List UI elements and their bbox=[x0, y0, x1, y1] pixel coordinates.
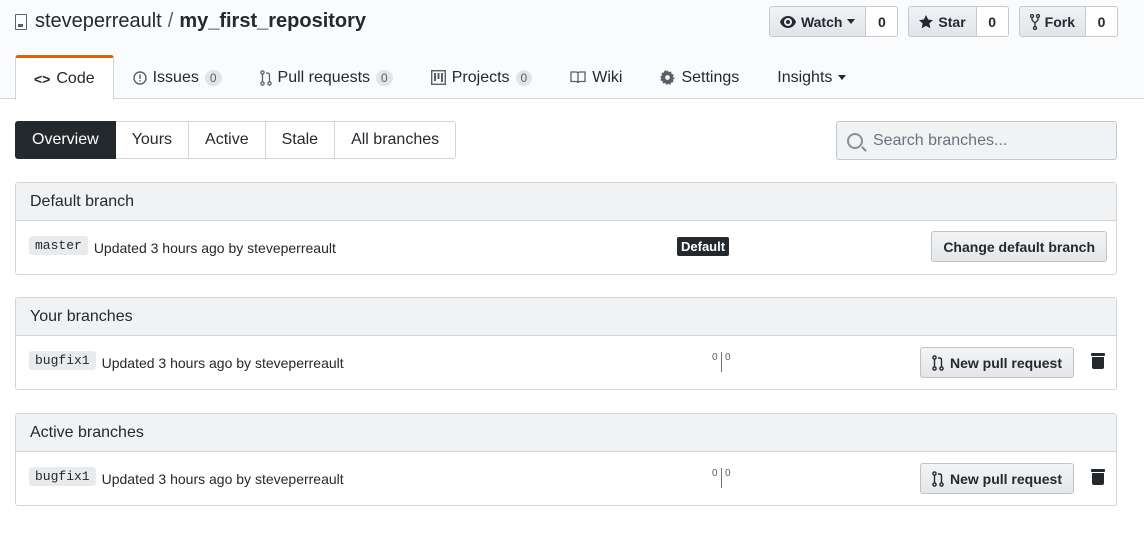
watch-group: Watch 0 bbox=[768, 6, 899, 37]
new-pull-request-label: New pull request bbox=[949, 470, 1062, 487]
issue-icon bbox=[132, 70, 147, 85]
filter-yours[interactable]: Yours bbox=[115, 121, 190, 159]
star-count[interactable]: 0 bbox=[976, 6, 1009, 37]
branch-filter-nav: Overview Yours Active Stale All branches bbox=[15, 121, 457, 159]
pull-requests-counter: 0 bbox=[376, 69, 393, 86]
behind-count: 0 bbox=[712, 352, 718, 363]
default-badge: Default bbox=[677, 237, 730, 256]
fork-group: Fork 0 bbox=[1018, 6, 1118, 37]
new-pull-request-button[interactable]: New pull request bbox=[919, 463, 1074, 494]
filter-active[interactable]: Active bbox=[189, 121, 266, 159]
default-branch-box: Default branch master Updated 3 hours ag… bbox=[15, 182, 1117, 275]
watch-button[interactable]: Watch bbox=[768, 6, 867, 37]
search-icon bbox=[847, 132, 863, 149]
trash-icon[interactable] bbox=[1091, 469, 1105, 485]
branch-search bbox=[836, 121, 1117, 160]
fork-count[interactable]: 0 bbox=[1086, 6, 1118, 37]
project-icon bbox=[430, 70, 446, 85]
fork-button[interactable]: Fork bbox=[1018, 6, 1086, 37]
repo-name-link[interactable]: my_first_repository bbox=[179, 10, 366, 33]
tab-insights[interactable]: Insights bbox=[758, 55, 865, 99]
watch-count[interactable]: 0 bbox=[866, 6, 899, 37]
tab-code[interactable]: <> Code bbox=[15, 55, 114, 100]
trash-icon[interactable] bbox=[1091, 353, 1105, 369]
issues-counter: 0 bbox=[204, 69, 222, 86]
tab-settings-label: Settings bbox=[681, 68, 740, 86]
tab-issues[interactable]: Issues 0 bbox=[114, 55, 241, 99]
tab-projects-label: Projects bbox=[451, 68, 510, 86]
branch-name-link[interactable]: bugfix1 bbox=[29, 467, 96, 486]
your-branches-box: Your branches bugfix1 Updated 3 hours ag… bbox=[15, 297, 1117, 390]
pull-request-icon bbox=[932, 354, 944, 371]
branch-updated-text: Updated 3 hours ago by steveperreault bbox=[101, 354, 344, 371]
tab-insights-label: Insights bbox=[777, 68, 833, 86]
branch-updated-text: Updated 3 hours ago by steveperreault bbox=[101, 470, 344, 487]
ahead-behind-indicator: 0 0 bbox=[712, 352, 732, 374]
your-branches-header: Your branches bbox=[16, 298, 1116, 336]
branch-row: bugfix1 Updated 3 hours ago by steveperr… bbox=[16, 452, 1116, 505]
pull-request-icon bbox=[932, 470, 944, 487]
tab-code-label: Code bbox=[56, 70, 95, 87]
chevron-down-icon bbox=[838, 75, 847, 80]
pull-request-icon bbox=[259, 69, 272, 86]
fork-label: Fork bbox=[1044, 13, 1075, 30]
repo-title: steveperreault / my_first_repository bbox=[15, 10, 366, 33]
ahead-behind-indicator: 0 0 bbox=[712, 468, 732, 490]
ahead-count: 0 bbox=[725, 352, 731, 363]
tab-settings[interactable]: Settings bbox=[641, 55, 758, 99]
star-button[interactable]: Star bbox=[908, 6, 977, 37]
eye-icon bbox=[779, 15, 796, 28]
star-group: Star 0 bbox=[908, 6, 1009, 37]
repo-nav: <> Code Issues 0 Pull requests 0 Project… bbox=[15, 55, 865, 100]
active-branches-header: Active branches bbox=[16, 414, 1116, 452]
repo-actions: Watch 0 Star 0 Fork 0 bbox=[768, 6, 1118, 37]
book-icon bbox=[570, 71, 586, 84]
repo-icon bbox=[15, 13, 27, 30]
tab-projects[interactable]: Projects 0 bbox=[412, 55, 551, 99]
projects-counter: 0 bbox=[515, 69, 533, 86]
branch-updated-text: Updated 3 hours ago by steveperreault bbox=[93, 239, 336, 256]
active-branches-box: Active branches bugfix1 Updated 3 hours … bbox=[15, 413, 1117, 506]
tab-wiki[interactable]: Wiki bbox=[551, 55, 641, 99]
branch-row: bugfix1 Updated 3 hours ago by steveperr… bbox=[16, 336, 1116, 389]
tab-issues-label: Issues bbox=[152, 68, 199, 86]
tab-pull-requests-label: Pull requests bbox=[277, 68, 371, 86]
filter-stale[interactable]: Stale bbox=[265, 121, 336, 159]
branch-name-link[interactable]: bugfix1 bbox=[29, 351, 96, 370]
repo-separator: / bbox=[167, 10, 174, 32]
gear-icon bbox=[660, 70, 676, 85]
branch-name-link[interactable]: master bbox=[29, 236, 88, 255]
watch-label: Watch bbox=[800, 13, 843, 30]
tab-wiki-label: Wiki bbox=[592, 68, 623, 86]
fork-icon bbox=[1029, 13, 1040, 30]
ahead-behind-divider bbox=[721, 468, 722, 488]
default-branch-header: Default branch bbox=[16, 183, 1116, 221]
filter-overview[interactable]: Overview bbox=[15, 121, 116, 159]
new-pull-request-button[interactable]: New pull request bbox=[919, 347, 1074, 378]
new-pull-request-label: New pull request bbox=[949, 354, 1062, 371]
ahead-count: 0 bbox=[725, 468, 731, 479]
search-input[interactable] bbox=[873, 131, 1103, 150]
star-label: Star bbox=[938, 13, 966, 30]
chevron-down-icon bbox=[847, 19, 856, 24]
ahead-behind-divider bbox=[721, 352, 722, 372]
repo-header: steveperreault / my_first_repository Wat… bbox=[0, 0, 1144, 100]
repo-owner-link[interactable]: steveperreault bbox=[35, 10, 162, 33]
code-icon: <> bbox=[34, 71, 51, 87]
tab-pull-requests[interactable]: Pull requests 0 bbox=[241, 55, 412, 99]
star-icon bbox=[919, 14, 934, 28]
change-default-branch-button[interactable]: Change default branch bbox=[931, 231, 1107, 262]
filter-all-branches[interactable]: All branches bbox=[335, 121, 457, 159]
behind-count: 0 bbox=[712, 468, 718, 479]
branch-row: master Updated 3 hours ago by steveperre… bbox=[16, 221, 1116, 274]
